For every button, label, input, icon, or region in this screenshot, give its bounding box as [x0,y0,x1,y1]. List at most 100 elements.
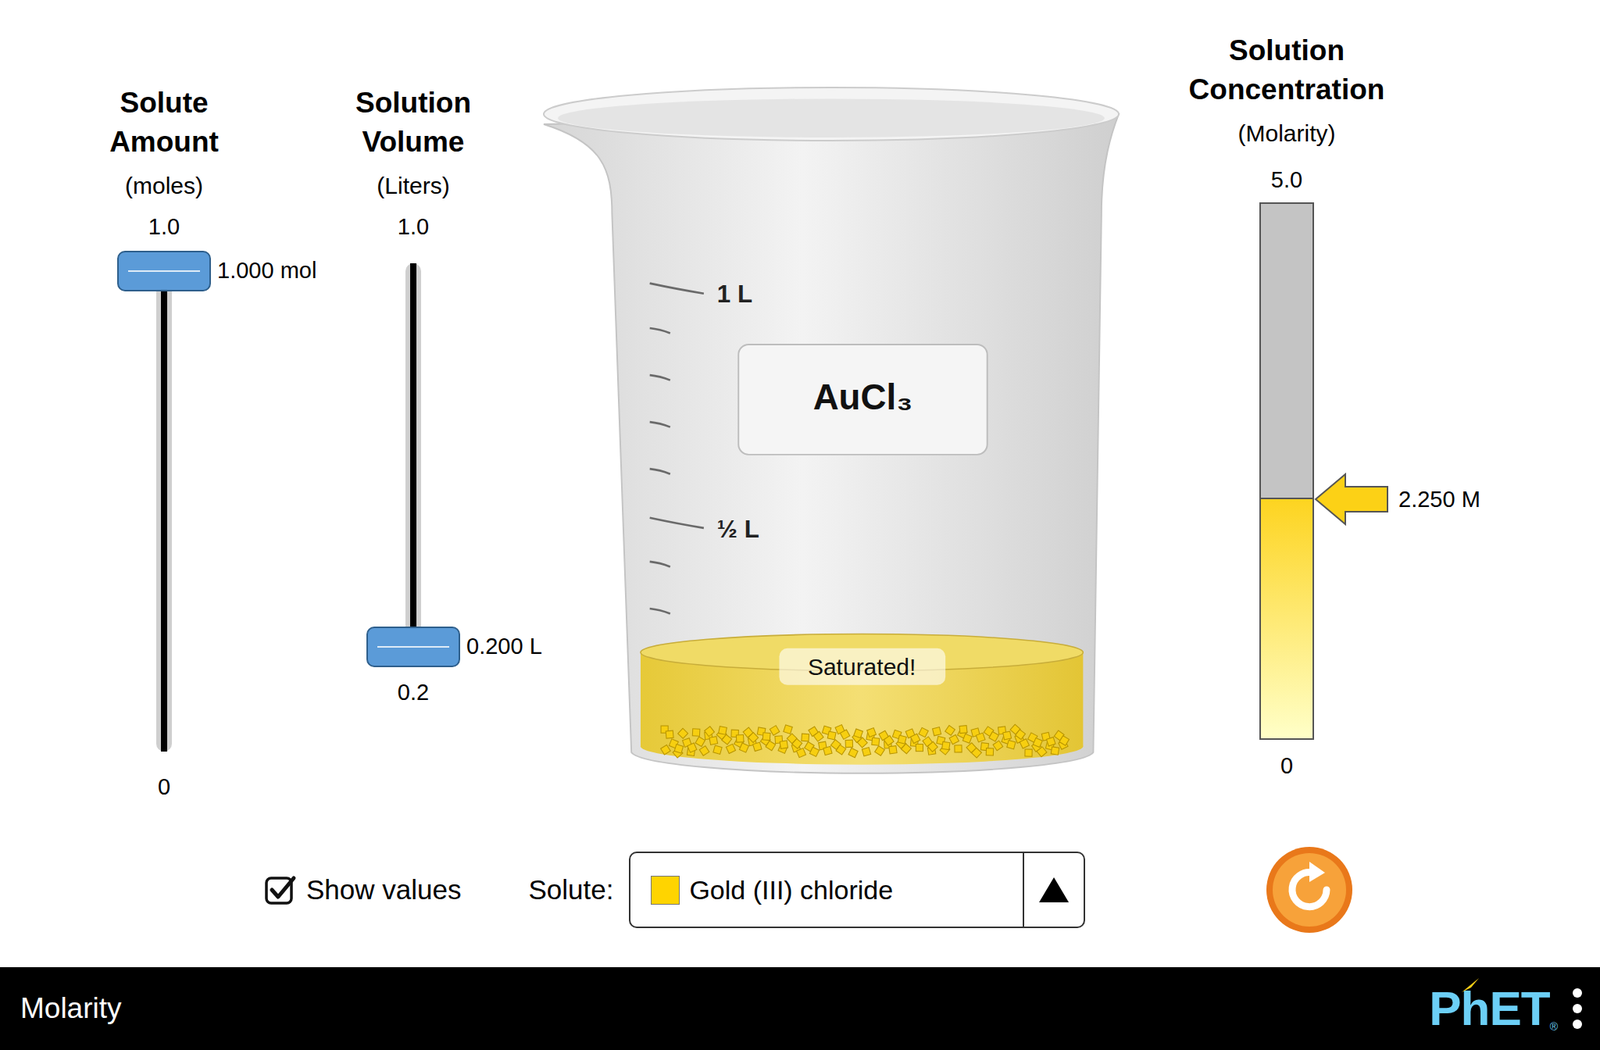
logo-spark-icon [1460,976,1481,994]
solute-particle [985,748,993,756]
saturated-badge: Saturated! [778,648,946,686]
solute-label: Solute: [528,869,614,911]
show-values-label[interactable]: Show values [306,869,461,911]
slider-title: Solution Volume [327,83,500,162]
solute-particle [796,748,807,758]
solute-particle [971,747,983,758]
solute-particle [861,747,871,757]
slider-thumb[interactable] [366,626,461,668]
solute-particle [721,734,733,745]
solute-particle [765,740,776,751]
solute-particle [1007,740,1016,750]
formula-label [738,344,987,455]
solute-particle [853,728,864,739]
solute-value: Gold (III) chloride [689,870,893,911]
solute-particle [739,742,749,753]
phet-logo[interactable]: PhET® [1428,981,1558,1036]
solute-particle [839,729,850,740]
more-options-icon[interactable] [1571,987,1583,1030]
checkbox-icon[interactable] [264,873,297,907]
saturated-text: Saturated! [807,653,916,680]
beaker-opening [557,98,1105,138]
solute-particle [883,735,894,747]
slider-track[interactable] [156,263,172,752]
solute-particle [1025,749,1033,757]
solute-particle [687,742,697,753]
liquid-body [640,652,1083,747]
reset-button[interactable] [1265,846,1354,934]
solute-particle [989,732,999,742]
phet-menu[interactable]: PhET® [1428,981,1583,1036]
solute-particle [827,731,836,740]
solute-particle [835,744,847,755]
solute-particle [1019,739,1029,749]
solute-particle [945,725,956,736]
sim-title: Molarity [20,986,122,1031]
solute-particle [848,748,858,758]
solute-selection[interactable]: Gold (III) chloride [630,853,1023,927]
solute-particle [718,726,728,736]
dropdown-button[interactable] [1022,853,1084,927]
meter-bar: 2.250 M [1259,202,1315,740]
volume-tick [650,468,671,475]
volume-tick [650,328,671,334]
slider-thumb[interactable] [117,250,211,292]
volume-tick [650,283,704,294]
solute-particle [813,731,824,742]
solute-particle [809,746,819,757]
meter-min-label: 0 [1280,752,1293,779]
solute-particle [674,744,683,754]
slider-unit: (Liters) [376,171,450,200]
logo-mark: ® [1550,1017,1558,1036]
volume-tick [650,517,704,529]
solute-particle [949,734,959,744]
solute-particle [915,744,923,752]
solute-particle [704,726,715,737]
slider-title: Solute Amount [78,83,250,162]
volume-mark: ½ L [717,515,760,543]
slider[interactable]: 0.200 L [303,239,523,679]
solute-particle [1036,746,1047,758]
solute-particle [871,737,880,746]
meter-max-label: 5.0 [1271,166,1303,193]
solute-particle [762,732,771,741]
solute-particle [875,746,886,757]
slider-max-label: 1.0 [148,213,180,240]
slider-panel: Solution Volume(Liters)1.00.200 L0.2 [303,0,523,706]
slider-track[interactable] [405,263,422,650]
solute-particle [792,738,803,749]
solute-particle [845,739,853,747]
solute-particle [660,744,672,755]
solute-particle [823,746,833,755]
solute-particle [725,743,736,754]
solute-particle [1015,729,1026,740]
volume-tick [650,421,671,428]
solute-particle [692,728,700,737]
solute-particle [867,728,877,738]
solute-particle [769,725,780,736]
solute-particle [975,732,986,743]
show-values-checkbox[interactable]: Show values [264,869,461,911]
solute-particle [857,737,868,748]
volume-tick [650,561,671,568]
meter-arrow-icon [1314,472,1390,526]
solute-particle [1032,738,1043,748]
solute-particle [910,733,921,743]
meter-title: Solution Concentration [1169,31,1404,110]
solute-dropdown[interactable]: Gold (III) chloride [628,851,1086,929]
solute-particle [665,730,674,739]
reset-icon[interactable] [1265,846,1354,934]
slider-min-label: 0 [157,773,171,800]
meter-reading: 2.250 M [1398,472,1481,526]
solute-particle [1003,731,1012,740]
sim-row: Solute Amount(moles)1.01.000 mol0Solutio… [0,0,1600,813]
saturated-badge-bg [778,648,946,686]
slider-min-label: 0.2 [397,678,429,706]
slider[interactable]: 1.000 mol [54,239,274,774]
beaker-area: 1 L½ LAuCl₃Saturated! [530,0,1133,796]
thumb-grip [377,646,450,648]
play-area: Solute Amount(moles)1.01.000 mol0Solutio… [0,0,1600,968]
volume-tick [650,608,671,615]
meter-fill [1260,497,1313,739]
triangle-up-icon[interactable] [1037,875,1071,904]
